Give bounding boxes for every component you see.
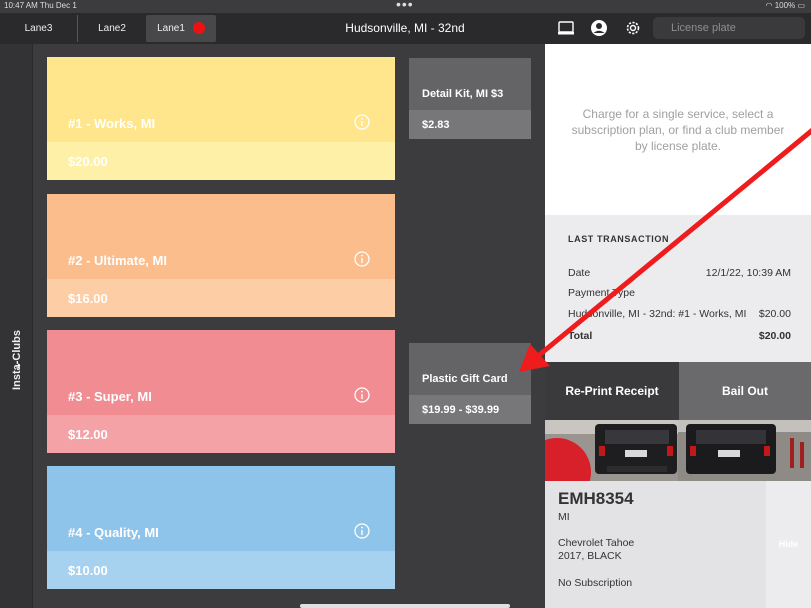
addon-price: $19.99 - $39.99	[422, 404, 500, 416]
package-card-quality[interactable]: #4 - Quality, MI $10.00	[47, 466, 395, 589]
addon-name: Plastic Gift Card	[422, 373, 508, 385]
insta-clubs-sidebar[interactable]: Insta-Clubs ›	[0, 44, 33, 608]
package-price: $10.00	[68, 563, 108, 578]
license-plate-search-input[interactable]	[653, 17, 805, 39]
addon-detail-kit[interactable]: Detail Kit, MI $3 $2.83	[409, 58, 531, 139]
addon-plastic-gift-card[interactable]: Plastic Gift Card $19.99 - $39.99	[409, 343, 531, 424]
package-price: $16.00	[68, 291, 108, 306]
tab-lane3[interactable]: Lane3	[0, 15, 77, 42]
package-name: #1 - Works, MI	[68, 116, 156, 131]
package-card-works[interactable]: #1 - Works, MI $20.00	[47, 57, 395, 180]
status-time: 10:47 AM Thu Dec 1	[4, 1, 77, 10]
transaction-item-row: Hudsonville, MI - 32nd: #1 - Works, MI $…	[568, 308, 791, 320]
package-price-area: $16.00	[47, 279, 395, 317]
addon-name: Detail Kit, MI $3	[422, 88, 504, 100]
home-indicator[interactable]	[300, 604, 510, 608]
transaction-panel: Charge for a single service, select a su…	[545, 44, 811, 608]
addon-top: Detail Kit, MI $3	[409, 58, 531, 110]
hint-box: Charge for a single service, select a su…	[545, 44, 811, 215]
reprint-receipt-button[interactable]: Re-Print Receipt	[545, 362, 679, 420]
info-icon[interactable]	[354, 251, 370, 267]
package-name: #2 - Ultimate, MI	[68, 253, 167, 268]
package-price: $12.00	[68, 427, 108, 442]
multitask-dots-icon[interactable]: •••	[396, 0, 414, 12]
battery-icon: ▭	[797, 1, 805, 10]
package-card-super[interactable]: #3 - Super, MI $12.00	[47, 330, 395, 453]
account-icon[interactable]	[590, 19, 608, 37]
package-card-ultimate[interactable]: #2 - Ultimate, MI $16.00	[47, 194, 395, 317]
vehicle-year-color: 2017, BLACK	[558, 550, 622, 562]
addon-price: $2.83	[422, 119, 450, 131]
chevron-right-icon: ›	[17, 360, 21, 372]
drawer-icon[interactable]	[557, 19, 575, 37]
addon-bottom: $2.83	[409, 110, 531, 139]
vehicle-photo-rear	[545, 420, 678, 481]
package-name: #3 - Super, MI	[68, 389, 152, 404]
tab-lane2[interactable]: Lane2	[77, 15, 146, 42]
package-name: #4 - Quality, MI	[68, 525, 159, 540]
package-price-area: $10.00	[47, 551, 395, 589]
bail-out-button[interactable]: Bail Out	[679, 362, 811, 420]
vehicle-plate: EMH8354	[558, 489, 634, 508]
addon-top: Plastic Gift Card	[409, 343, 531, 395]
pos-app: 10:47 AM Thu Dec 1 ••• ◠ 100% ▭ Lane3 La…	[0, 0, 811, 608]
transaction-date-row: Date 12/1/22, 10:39 AM	[568, 267, 791, 279]
package-price-area: $20.00	[47, 142, 395, 180]
package-price-area: $12.00	[47, 415, 395, 453]
active-lane-indicator	[192, 22, 205, 35]
last-transaction-title: LAST TRANSACTION	[568, 234, 670, 244]
info-icon[interactable]	[354, 114, 370, 130]
info-icon[interactable]	[354, 523, 370, 539]
vehicle-state: MI	[558, 511, 570, 523]
addon-bottom: $19.99 - $39.99	[409, 395, 531, 424]
gear-icon[interactable]	[624, 19, 642, 37]
status-battery: ◠ 100% ▭	[765, 1, 805, 10]
package-price: $20.00	[68, 154, 108, 169]
transaction-payment-type-row: Payment Type	[568, 287, 635, 299]
subscription-status: No Subscription	[558, 577, 633, 589]
transaction-total-row: Total $20.00	[568, 330, 791, 342]
hide-button[interactable]: Hide	[766, 481, 811, 608]
wifi-icon: ◠	[765, 1, 773, 10]
vehicle-info: EMH8354 MI Chevrolet Tahoe 2017, BLACK N…	[545, 481, 811, 608]
vehicle-model: Chevrolet Tahoe	[558, 537, 635, 549]
vehicle-photo-rear-2	[678, 420, 811, 481]
vehicle-photos	[545, 420, 811, 481]
status-bar: 10:47 AM Thu Dec 1 ••• ◠ 100% ▭	[0, 0, 811, 13]
info-icon[interactable]	[354, 387, 370, 403]
tab-lane1[interactable]: Lane1	[146, 15, 216, 42]
location-title: Hudsonville, MI - 32nd	[345, 21, 465, 35]
hint-text: Charge for a single service, select a su…	[571, 107, 785, 153]
top-bar: Lane3 Lane2 Lane1 Hudsonville, MI - 32nd	[0, 13, 811, 44]
